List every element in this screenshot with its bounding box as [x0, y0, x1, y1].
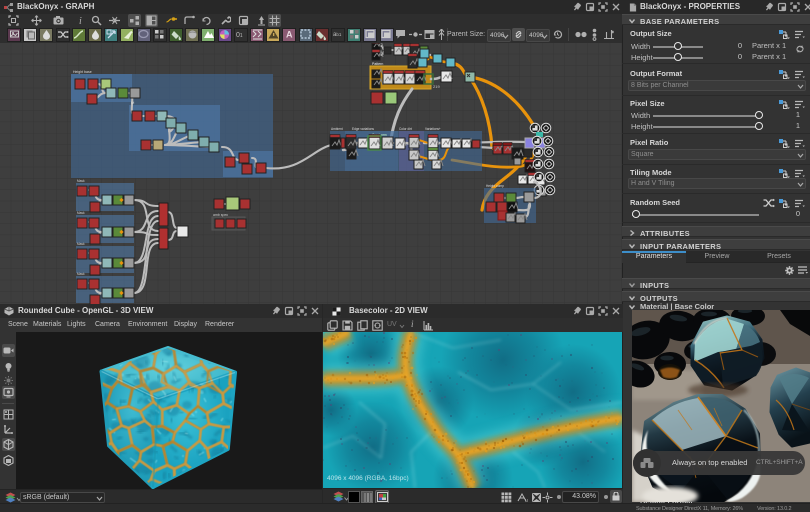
svg-text:Height comp: Height comp	[486, 184, 504, 188]
svg-text:ab1: ab1	[333, 32, 342, 38]
svg-text:Height base: Height base	[73, 70, 92, 74]
svg-text:Mask: Mask	[77, 179, 85, 183]
svg-text:Ambient: Ambient	[331, 127, 343, 131]
svg-text:Edge variations: Edge variations	[352, 127, 374, 131]
svg-text:amb spec: amb spec	[213, 213, 228, 217]
svg-text:Pattern: Pattern	[372, 62, 383, 66]
svg-text:u: u	[525, 498, 528, 503]
svg-text:219: 219	[433, 84, 440, 89]
svg-text:i: i	[79, 16, 82, 26]
svg-text:Variations+: Variations+	[425, 127, 441, 131]
svg-text:Color dirt: Color dirt	[399, 127, 412, 131]
svg-text:Mask: Mask	[77, 272, 85, 276]
svg-text:01: 01	[236, 32, 243, 39]
svg-text:A: A	[286, 30, 293, 40]
svg-text:Mask: Mask	[77, 242, 85, 246]
svg-text:Mask: Mask	[77, 211, 85, 215]
svg-text:lvl: lvl	[131, 101, 135, 105]
